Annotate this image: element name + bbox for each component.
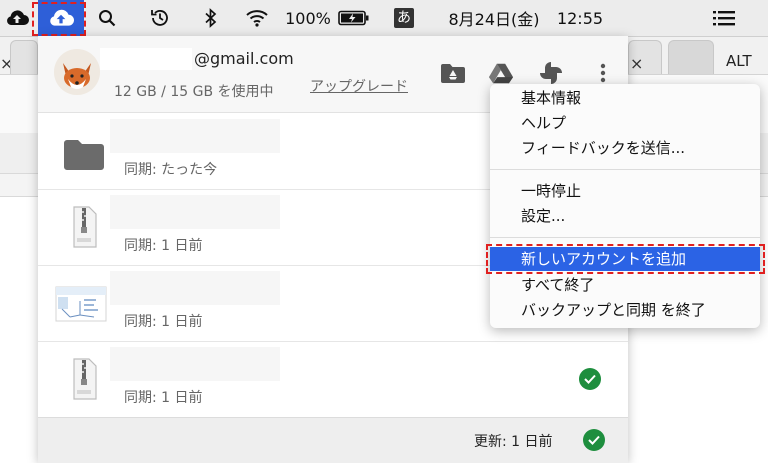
- menu-list-icon[interactable]: [706, 0, 742, 36]
- menu-item-label: 一時停止: [521, 182, 582, 200]
- menu-item-help[interactable]: ヘルプ: [490, 111, 760, 135]
- battery-icon[interactable]: [336, 0, 372, 36]
- callout-box: [486, 244, 765, 274]
- check-icon: [579, 368, 601, 390]
- file-sync-status: 同期: たった今: [124, 162, 218, 178]
- file-name-redaction: [110, 195, 280, 229]
- callout-box: [32, 2, 86, 36]
- menubar-time[interactable]: 12:55: [550, 0, 610, 36]
- cloud-upload-icon[interactable]: [2, 0, 32, 36]
- upgrade-link[interactable]: アップグレード: [310, 76, 408, 96]
- menu-item-label: フィードバックを送信...: [521, 139, 686, 157]
- menu-separator: [490, 237, 760, 238]
- drive-folder-icon[interactable]: [440, 60, 466, 86]
- menu-item-send-feedback[interactable]: フィードバックを送信...: [490, 136, 760, 160]
- menu-separator: [490, 169, 760, 170]
- last-updated: 更新: 1 日前: [474, 434, 553, 450]
- zip-file-icon: [62, 355, 106, 403]
- file-row[interactable]: 同期: 1 日前: [38, 341, 628, 418]
- menubar-date: 8月24日(金): [448, 10, 540, 29]
- google-drive-icon[interactable]: [488, 60, 514, 86]
- file-sync-status: 同期: 1 日前: [124, 390, 203, 406]
- check-icon: [583, 429, 605, 451]
- menu-item-quit-backup-sync[interactable]: バックアップと同期 を終了: [490, 298, 760, 322]
- context-menu: 基本情報 ヘルプ フィードバックを送信... 一時停止 設定... 新しいアカウ…: [490, 84, 760, 328]
- menu-item-quit-all[interactable]: すべて終了: [490, 273, 760, 297]
- time-machine-icon[interactable]: [146, 0, 174, 36]
- menu-item-label: 基本情報: [521, 89, 582, 107]
- tab-close-right[interactable]: ×: [630, 54, 643, 73]
- menu-item-preferences[interactable]: 設定...: [490, 204, 760, 228]
- file-name-redaction: [110, 119, 280, 153]
- menu-item-about[interactable]: 基本情報: [490, 86, 760, 110]
- storage-usage: 12 GB / 15 GB を使用中: [114, 84, 274, 100]
- account-email: @gmail.com: [194, 49, 294, 68]
- file-name-redaction: [110, 347, 280, 381]
- menu-item-label: ヘルプ: [521, 114, 567, 132]
- menu-item-label: 設定...: [521, 207, 566, 225]
- email-redaction: [100, 48, 192, 70]
- battery-percent: 100%: [285, 8, 331, 28]
- file-name-redaction: [110, 271, 280, 305]
- more-vert-icon[interactable]: [590, 60, 616, 86]
- wifi-icon[interactable]: [242, 0, 272, 36]
- file-sync-status: 同期: 1 日前: [124, 238, 203, 254]
- file-sync-status: 同期: 1 日前: [124, 314, 203, 330]
- menu-item-pause[interactable]: 一時停止: [490, 179, 760, 203]
- background-tab-left[interactable]: [10, 40, 38, 74]
- avatar[interactable]: [54, 49, 100, 95]
- menu-item-label: すべて終了: [521, 276, 595, 294]
- search-icon[interactable]: [94, 0, 120, 36]
- panel-footer: 更新: 1 日前: [38, 417, 628, 463]
- menu-item-label: バックアップと同期 を終了: [521, 301, 706, 319]
- menu-bar: 100% あ 8月24日(金) 12:55: [0, 0, 768, 37]
- new-tab-button[interactable]: [668, 40, 714, 74]
- input-method-indicator[interactable]: あ: [392, 0, 416, 36]
- google-photos-icon[interactable]: [538, 60, 564, 86]
- bluetooth-icon[interactable]: [200, 0, 222, 36]
- image-thumbnail-icon: [54, 279, 108, 327]
- alt-label: ALT: [726, 52, 752, 70]
- folder-icon: [62, 127, 106, 175]
- zip-file-icon: [62, 203, 106, 251]
